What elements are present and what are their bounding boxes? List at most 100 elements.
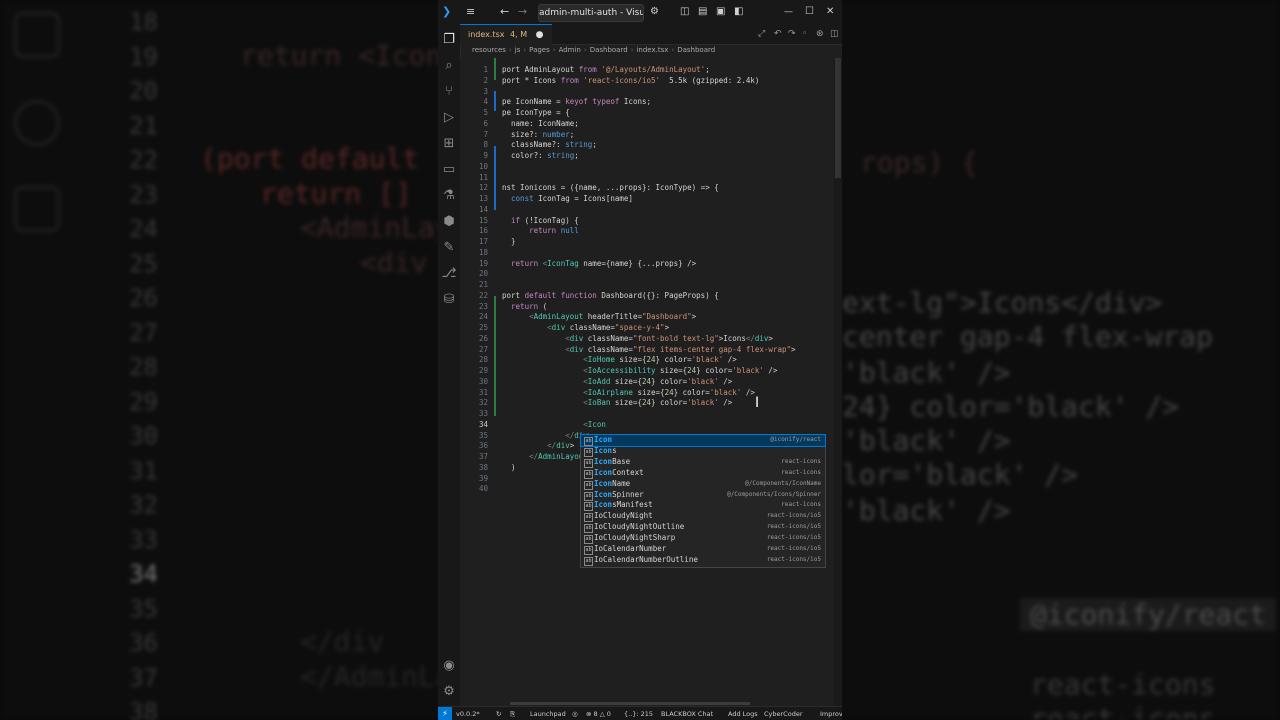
code-line: <IoAirplane size={24} color='black' /> xyxy=(583,387,755,397)
line-number: 7 xyxy=(483,129,488,139)
line-number: 32 xyxy=(478,398,488,408)
suggestion-item[interactable]: ab IoCloudyNightOutline react-icons/io5 xyxy=(581,522,825,534)
suggestion-source: @iconify/react xyxy=(770,436,821,443)
line-number: 4 xyxy=(483,97,488,107)
code-line: pe IconName = keyof typeof Icons; xyxy=(502,97,652,107)
breadcrumb-item[interactable]: Dashboard xyxy=(590,46,628,54)
minimap[interactable] xyxy=(834,58,842,706)
menu-icon[interactable]: ≡ xyxy=(466,5,475,19)
code-line: nst Ionicons = ({name, ...props}: IconTy… xyxy=(502,183,719,193)
status-cybercoder[interactable]: CyberCoder xyxy=(764,707,803,720)
suggestion-item[interactable]: ab Icon @iconify/react xyxy=(580,434,826,447)
code-line: <IoBan size={24} color='black' /> xyxy=(583,398,733,408)
suggestion-item[interactable]: ab IoCloudyNight react-icons/io5 xyxy=(581,511,825,523)
remote-indicator-icon[interactable]: ⚡ xyxy=(438,707,452,720)
status-add-logs[interactable]: Add Logs xyxy=(728,707,758,720)
line-number: 30 xyxy=(478,376,488,386)
suggestion-item[interactable]: ab IconSpinner @/Components/Icons/Spinner xyxy=(581,490,825,501)
line-number: 26 xyxy=(478,333,488,343)
vscode-window: ❯ ≡ ← → admin-multi-auth - Visual ⚙ ◫ ▤ … xyxy=(438,0,842,720)
forward-arrow-icon[interactable]: → xyxy=(518,5,527,19)
line-number: 40 xyxy=(478,484,488,494)
layout-secondary-icon[interactable]: ▣ xyxy=(716,5,725,19)
status-launchpad[interactable]: Launchpad xyxy=(530,707,566,720)
code-line: <AdminLayout headerTitle="Dashboard"> xyxy=(529,312,697,322)
suggestion-source: react-icons xyxy=(781,501,821,509)
code-line: <Icon xyxy=(583,419,606,429)
previous-change-icon[interactable]: ↶ xyxy=(774,28,782,40)
code-line: return <IconTag name={name} {...props} /… xyxy=(511,258,697,268)
breadcrumb-item[interactable]: Pages xyxy=(529,46,550,54)
suggestion-item[interactable]: ab Icons xyxy=(581,446,825,457)
breadcrumb-item[interactable]: index.tsx xyxy=(636,46,668,54)
suggestion-source: @/Components/IconName xyxy=(745,479,821,487)
layout-panel-icon[interactable]: ▤ xyxy=(698,5,707,19)
suggest-widget[interactable]: ab Icon @iconify/react ab Icons ab IconBase rea… xyxy=(580,434,826,568)
accounts-icon[interactable]: ◉ xyxy=(441,658,457,674)
suggestion-label: IconSpinner xyxy=(594,489,644,499)
sync-icon[interactable]: ↻ xyxy=(496,707,501,720)
status-problems[interactable]: ⊗ 8 △ 0 xyxy=(586,707,611,720)
breadcrumb-item[interactable]: Dashboard xyxy=(677,46,715,54)
suggestion-item[interactable]: ab IconName @/Components/IconName xyxy=(581,479,825,490)
line-number: 12 xyxy=(478,183,488,193)
bookmark-icon[interactable]: ⎘ xyxy=(510,707,515,720)
files-icon[interactable]: ❐ xyxy=(441,32,457,48)
copilot-icon[interactable]: ⚙ xyxy=(650,5,659,19)
breadcrumb-item[interactable]: Admin xyxy=(559,46,581,54)
code-line: port AdminLayout from '@/Layouts/AdminLa… xyxy=(502,65,710,74)
tab-index-tsx[interactable]: index.tsx 4, M ● xyxy=(460,24,552,45)
suggestion-source: react-icons xyxy=(781,468,821,476)
close-icon[interactable]: ✕ xyxy=(826,5,834,19)
status-position[interactable]: {..}: 215 xyxy=(624,707,653,720)
run-debug-icon[interactable]: ▷ xyxy=(441,110,457,126)
status-blackbox[interactable]: BLACKBOX Chat xyxy=(661,707,713,720)
status-improve[interactable]: Improve xyxy=(820,707,842,720)
code-line: const IconTag = Icons[name] xyxy=(511,194,633,203)
status-branch[interactable]: v0.0.2* xyxy=(456,707,480,720)
layout-sidebar-icon[interactable]: ◫ xyxy=(680,5,689,19)
suggestion-item[interactable]: ab IconsManifest react-icons xyxy=(581,500,825,512)
customize-layout-icon[interactable]: ◧ xyxy=(734,5,743,19)
docker-icon[interactable]: ⬢ xyxy=(441,214,457,230)
activity-bar: ❐ ⌕ ⑂ ▷ ⊞ ▭ ⚗ ⬢ ✎ ⎇ ⛁ ◉ ⚙ xyxy=(438,24,461,706)
unsaved-dot-icon[interactable]: ● xyxy=(536,30,544,40)
maximize-icon[interactable]: ☐ xyxy=(805,5,814,19)
search-icon[interactable]: ⌕ xyxy=(441,58,457,74)
next-change-icon[interactable]: ↷ xyxy=(788,28,796,40)
split-editor-icon[interactable]: ◫ xyxy=(830,28,839,40)
vscode-logo-icon: ❯ xyxy=(442,5,452,18)
database-icon[interactable]: ⛁ xyxy=(441,292,457,308)
status-indicator-icon[interactable]: ◎ xyxy=(572,707,578,720)
suggestion-item[interactable]: ab IconContext react-icons xyxy=(581,468,825,479)
gutter-modified-mark xyxy=(494,146,496,210)
tab-file-name: index.tsx xyxy=(468,30,505,39)
testing-icon[interactable]: ⚗ xyxy=(441,188,457,204)
command-center-search[interactable]: admin-multi-auth - Visual xyxy=(538,4,644,22)
suggestion-item[interactable]: ab IoCloudyNightSharp react-icons/io5 xyxy=(581,533,825,545)
suggestion-item[interactable]: ab IconBase react-icons xyxy=(581,457,825,468)
toggle-diff-icon[interactable]: ◦ xyxy=(802,28,807,40)
suggestion-source: react-icons/io5 xyxy=(766,512,821,520)
open-changes-icon[interactable]: ⤢ xyxy=(758,28,765,40)
minimize-icon[interactable]: — xyxy=(784,5,793,19)
line-number: 21 xyxy=(478,280,488,289)
remote-icon[interactable]: ▭ xyxy=(441,162,457,178)
line-number: 39 xyxy=(478,473,488,483)
extensions-icon[interactable]: ⊞ xyxy=(441,136,457,152)
line-number: 13 xyxy=(478,194,488,203)
code-editor[interactable]: 1 port AdminLayout from '@/Layouts/AdminL… xyxy=(460,58,842,706)
suggestion-item[interactable]: ab IoCalendarNumberOutline react-icons/io5 xyxy=(581,555,825,566)
breadcrumb-item[interactable]: js xyxy=(515,46,521,54)
horizontal-scrollbar[interactable] xyxy=(510,702,750,705)
source-control-icon[interactable]: ⑂ xyxy=(441,84,457,100)
manage-gear-icon[interactable]: ⚙ xyxy=(441,684,457,700)
symbol-icon: ab xyxy=(584,556,593,566)
back-arrow-icon[interactable]: ← xyxy=(500,5,509,19)
run-icon[interactable]: ⊛ xyxy=(816,28,824,40)
suggestion-item[interactable]: ab IoCalendarNumber react-icons/io5 xyxy=(581,544,825,555)
breadcrumb-item[interactable]: resources xyxy=(472,46,506,54)
blackbox-icon[interactable]: ✎ xyxy=(441,240,457,256)
line-number: 36 xyxy=(478,441,488,451)
git-graph-icon[interactable]: ⎇ xyxy=(441,266,457,282)
